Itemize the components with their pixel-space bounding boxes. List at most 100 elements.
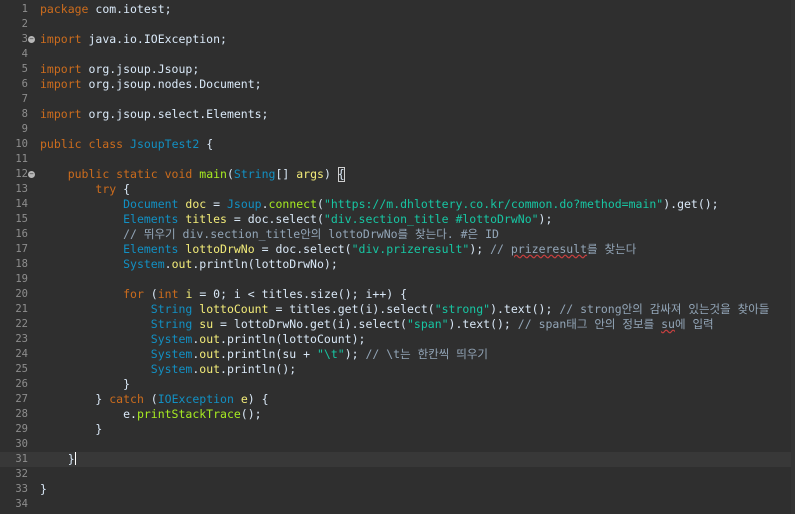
code-line[interactable]: 6 import org.jsoup.nodes.Document; bbox=[0, 77, 795, 92]
code-line[interactable]: 11 bbox=[0, 152, 795, 167]
code-text: e.printStackTrace(); bbox=[40, 407, 262, 422]
code-token: (); bbox=[240, 407, 262, 421]
line-number: 4 bbox=[21, 48, 28, 60]
code-token: .println(); bbox=[220, 362, 297, 376]
code-line[interactable]: 30 bbox=[0, 437, 795, 452]
code-token: . bbox=[164, 257, 172, 271]
code-token: titles bbox=[185, 212, 227, 226]
line-number: 26 bbox=[15, 378, 28, 390]
code-text: Elements lottoDrwNo = doc.select("div.pr… bbox=[40, 242, 636, 257]
code-token: ( bbox=[143, 287, 158, 301]
code-line[interactable]: 14 Document doc = Jsoup.connect("https:/… bbox=[0, 197, 795, 212]
code-token: = titles.get(i).select( bbox=[268, 302, 435, 316]
line-number: 32 bbox=[15, 468, 28, 480]
code-token: import bbox=[40, 32, 82, 46]
text-cursor bbox=[74, 452, 76, 465]
code-line[interactable]: 18 System.out.println(lottoDrwNo); bbox=[0, 257, 795, 272]
code-token: try bbox=[95, 182, 117, 196]
code-text: System.out.println(lottoCount); bbox=[40, 332, 366, 347]
collapse-fold-icon[interactable]: − bbox=[28, 171, 35, 178]
code-token: . bbox=[261, 197, 269, 211]
code-line[interactable]: 31 } bbox=[0, 452, 795, 467]
code-editor[interactable]: 1 package com.iotest; 2 3− import java.io.IO… bbox=[0, 0, 795, 514]
code-line[interactable]: 23 System.out.println(lottoCount); bbox=[0, 332, 795, 347]
code-line[interactable]: 25 System.out.println(); bbox=[0, 362, 795, 377]
code-text: import org.jsoup.Jsoup; bbox=[40, 62, 199, 77]
code-token: printStackTrace bbox=[136, 407, 241, 421]
code-line[interactable]: 1 package com.iotest; bbox=[0, 2, 795, 17]
code-text: } bbox=[40, 482, 47, 497]
code-line[interactable]: 2 bbox=[0, 17, 795, 32]
code-token: ( bbox=[226, 167, 234, 181]
code-text: System.out.println(su + "\t"); // \t는 한칸… bbox=[40, 347, 488, 362]
code-line[interactable]: 27 } catch (IOException e) { bbox=[0, 392, 795, 407]
code-line[interactable]: 7 bbox=[0, 92, 795, 107]
line-number: 34 bbox=[15, 498, 28, 510]
code-text: } bbox=[40, 377, 130, 392]
line-number: 29 bbox=[15, 423, 28, 435]
line-number: 27 bbox=[15, 393, 28, 405]
code-line[interactable]: 29 } bbox=[0, 422, 795, 437]
code-line[interactable]: 3− import java.io.IOException; bbox=[0, 32, 795, 47]
overview-ruler bbox=[791, 0, 795, 514]
code-text: public static void main(String[] args) { bbox=[40, 167, 345, 182]
code-line[interactable]: 34 bbox=[0, 497, 795, 512]
code-token: = bbox=[206, 197, 227, 211]
code-line[interactable]: 4 bbox=[0, 47, 795, 62]
line-number: 10 bbox=[15, 138, 28, 150]
code-token: lottoDrwNo bbox=[185, 242, 255, 256]
code-token: out bbox=[199, 362, 221, 376]
code-line[interactable]: 21 String lottoCount = titles.get(i).sel… bbox=[0, 302, 795, 317]
code-token: System bbox=[150, 347, 193, 361]
code-line[interactable]: 19 bbox=[0, 272, 795, 287]
code-line[interactable]: 9 bbox=[0, 122, 795, 137]
code-line[interactable]: 22 String su = lottoDrwNo.get(i).select(… bbox=[0, 317, 795, 332]
collapse-fold-icon[interactable]: − bbox=[28, 36, 35, 43]
code-line[interactable]: 17 Elements lottoDrwNo = doc.select("div… bbox=[0, 242, 795, 257]
code-line[interactable]: 15 Elements titles = doc.select("div.sec… bbox=[0, 212, 795, 227]
code-line[interactable]: 5 import org.jsoup.Jsoup; bbox=[0, 62, 795, 77]
code-token: import bbox=[40, 62, 82, 76]
code-line[interactable]: 16 // 뛰우기 div.section_title안의 lottoDrwNo… bbox=[0, 227, 795, 242]
code-token: ( bbox=[317, 197, 324, 211]
code-line[interactable]: 12− public static void main(String[] arg… bbox=[0, 167, 795, 182]
code-line[interactable]: 33} bbox=[0, 482, 795, 497]
code-line[interactable]: 20 for (int i = 0; i < titles.size(); i+… bbox=[0, 287, 795, 302]
matching-bracket: { bbox=[337, 167, 345, 182]
code-token: { bbox=[199, 137, 214, 151]
code-line[interactable]: 32 bbox=[0, 467, 795, 482]
line-number: 19 bbox=[15, 273, 28, 285]
code-line[interactable]: 13 try { bbox=[0, 182, 795, 197]
code-text: Elements titles = doc.select("div.sectio… bbox=[40, 212, 552, 227]
code-line[interactable]: 10 public class JsoupTest2 { bbox=[0, 137, 795, 152]
code-token: out bbox=[199, 332, 221, 346]
code-line[interactable]: 26 } bbox=[0, 377, 795, 392]
code-token: public static void bbox=[67, 167, 193, 181]
code-token: prizeresult bbox=[510, 242, 588, 256]
line-number: 33 bbox=[15, 483, 28, 495]
code-token: "span" bbox=[407, 317, 449, 331]
line-number: 18 bbox=[15, 258, 28, 270]
code-token: ); bbox=[344, 347, 366, 361]
code-line[interactable]: 24 System.out.println(su + "\t"); // \t는… bbox=[0, 347, 795, 362]
code-text: try { bbox=[40, 182, 130, 197]
code-token: args bbox=[296, 167, 324, 181]
code-token: org.jsoup.Jsoup; bbox=[81, 62, 200, 76]
line-number: 28 bbox=[15, 408, 28, 420]
code-line[interactable]: 8 import org.jsoup.select.Elements; bbox=[0, 107, 795, 122]
code-token: System bbox=[123, 257, 165, 271]
code-token: // \t는 한칸씩 띄우기 bbox=[365, 347, 488, 361]
line-number: 13 bbox=[15, 183, 28, 195]
code-token: // span태그 안의 정보를 bbox=[517, 317, 662, 331]
code-token: JsoupTest2 bbox=[130, 137, 200, 151]
line-number: 3 bbox=[21, 33, 28, 45]
code-token: 에 입력 bbox=[674, 317, 714, 331]
code-token: } bbox=[40, 452, 75, 466]
code-token: Elements bbox=[123, 212, 179, 226]
code-line[interactable]: 28 e.printStackTrace(); bbox=[0, 407, 795, 422]
code-text: } catch (IOException e) { bbox=[40, 392, 268, 407]
